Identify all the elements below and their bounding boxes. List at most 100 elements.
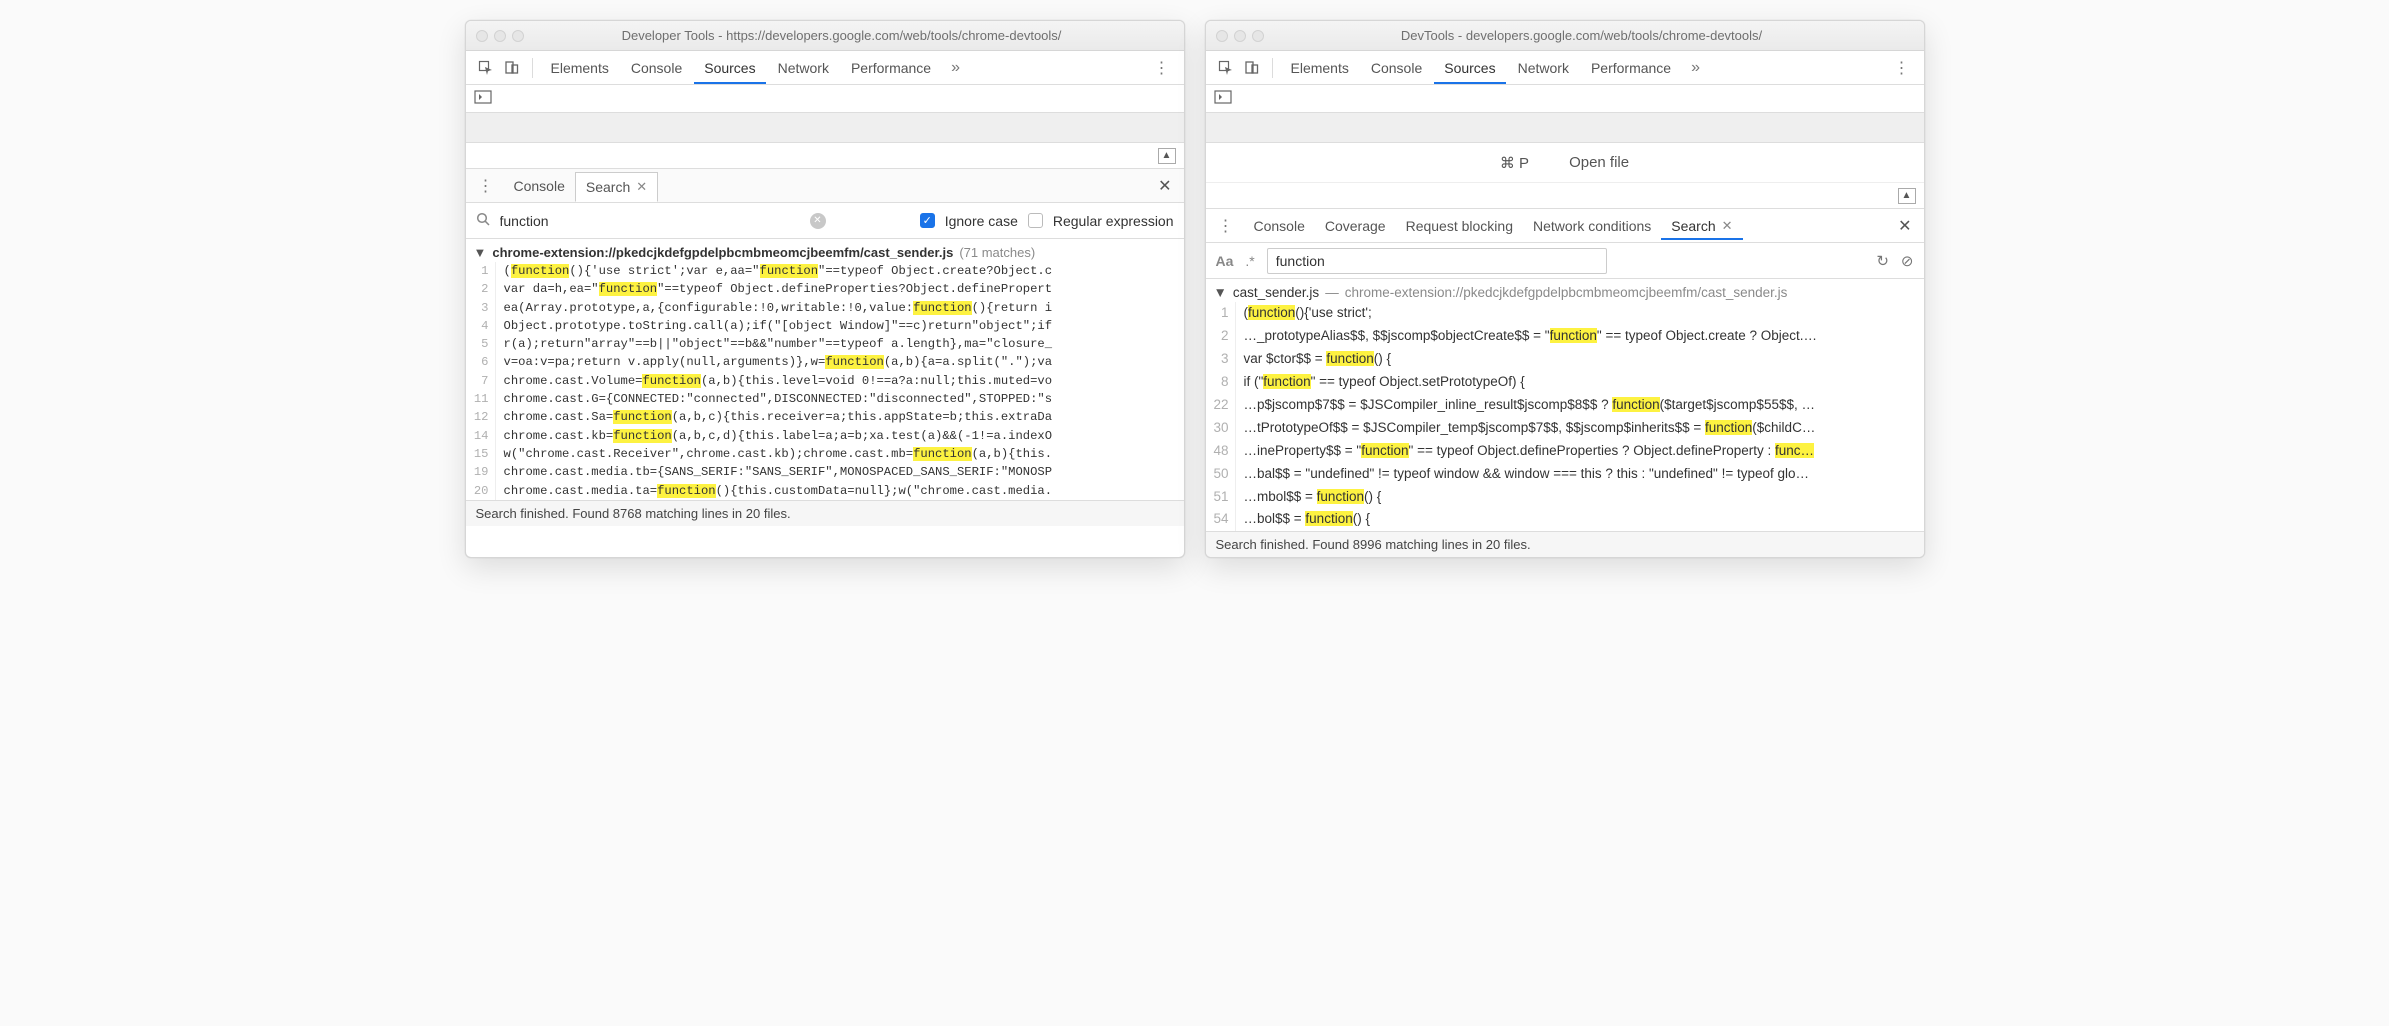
result-file-path: chrome-extension://pkedcjkdefgpdelpbcmbm… [1345, 285, 1788, 300]
zoom-window-button[interactable] [1252, 30, 1264, 42]
close-window-button[interactable] [476, 30, 488, 42]
inspect-icon[interactable] [474, 56, 498, 80]
tab-elements[interactable]: Elements [1281, 52, 1359, 84]
search-input[interactable] [500, 213, 800, 229]
drawer-tab-console[interactable]: Console [504, 172, 575, 200]
result-line[interactable]: 11chrome.cast.G={CONNECTED:"connected",D… [466, 390, 1184, 408]
match-case-toggle[interactable]: Aa [1216, 253, 1234, 269]
collapse-bar: ▲ [466, 143, 1184, 169]
clear-search-button[interactable]: ✕ [810, 213, 826, 229]
settings-menu-button[interactable]: ⋮ [1888, 58, 1916, 78]
line-number: 22 [1206, 394, 1236, 417]
result-line[interactable]: 7chrome.cast.Volume=function(a,b){this.l… [466, 372, 1184, 390]
show-navigator-icon[interactable] [474, 90, 492, 107]
line-number: 12 [466, 408, 496, 426]
result-line[interactable]: 8if ("function" == typeof Object.setProt… [1206, 371, 1924, 394]
line-number: 8 [1206, 371, 1236, 394]
regex-toggle[interactable]: .* [1245, 253, 1254, 269]
result-line[interactable]: 30…tPrototypeOf$$ = $JSCompiler_temp$jsc… [1206, 417, 1924, 440]
settings-menu-button[interactable]: ⋮ [1148, 58, 1176, 78]
line-text: …bol$$ = function() { [1236, 508, 1924, 531]
tab-elements[interactable]: Elements [541, 52, 619, 84]
line-text: …ineProperty$$ = "function" == typeof Ob… [1236, 440, 1924, 463]
close-window-button[interactable] [1216, 30, 1228, 42]
drawer-tab-coverage[interactable]: Coverage [1315, 212, 1396, 240]
zoom-window-button[interactable] [512, 30, 524, 42]
result-line[interactable]: 5r(a);return"array"==b||"object"==b&&"nu… [466, 335, 1184, 353]
more-tabs-button[interactable]: » [1683, 59, 1708, 77]
close-drawer-button[interactable]: ✕ [1892, 216, 1917, 236]
drawer-tab-bar: ⋮ Console Coverage Request blocking Netw… [1206, 209, 1924, 243]
drawer-tab-request-blocking[interactable]: Request blocking [1396, 212, 1523, 240]
search-icon [476, 212, 490, 229]
result-line[interactable]: 20chrome.cast.media.ta=function(){this.c… [466, 482, 1184, 500]
drawer-tab-network-conditions[interactable]: Network conditions [1523, 212, 1661, 240]
ignore-case-checkbox[interactable]: ✓ [920, 213, 935, 228]
result-file-header[interactable]: ▼ cast_sender.js — chrome-extension://pk… [1206, 279, 1924, 302]
line-number: 14 [466, 427, 496, 445]
close-search-tab-icon[interactable]: ✕ [636, 179, 647, 195]
result-line[interactable]: 12chrome.cast.Sa=function(a,b,c){this.re… [466, 408, 1184, 426]
editor-area-placeholder [1206, 113, 1924, 143]
search-results: 1(function(){'use strict';2…_prototypeAl… [1206, 302, 1924, 531]
result-line[interactable]: 6v=oa:v=pa;return v.apply(null,arguments… [466, 353, 1184, 371]
device-toolbar-icon[interactable] [1240, 56, 1264, 80]
line-text: chrome.cast.G={CONNECTED:"connected",DIS… [496, 390, 1184, 408]
disclosure-triangle-icon[interactable]: ▼ [1214, 285, 1227, 300]
close-drawer-button[interactable]: ✕ [1152, 176, 1177, 196]
drawer-menu-button[interactable]: ⋮ [1212, 216, 1240, 236]
inspect-icon[interactable] [1214, 56, 1238, 80]
result-line[interactable]: 1(function(){'use strict'; [1206, 302, 1924, 325]
result-file-header[interactable]: ▼ chrome-extension://pkedcjkdefgpdelpbcm… [466, 239, 1184, 262]
result-line[interactable]: 51…mbol$$ = function() { [1206, 486, 1924, 509]
regex-checkbox[interactable] [1028, 213, 1043, 228]
result-line[interactable]: 2var da=h,ea="function"==typeof Object.d… [466, 280, 1184, 298]
disclosure-triangle-icon[interactable]: ▼ [474, 245, 487, 260]
result-line[interactable]: 14chrome.cast.kb=function(a,b,c,d){this.… [466, 427, 1184, 445]
drawer-tab-console[interactable]: Console [1244, 212, 1315, 240]
tab-console[interactable]: Console [1361, 52, 1432, 84]
collapse-button[interactable]: ▲ [1158, 148, 1176, 164]
drawer-menu-button[interactable]: ⋮ [472, 176, 500, 196]
result-line[interactable]: 50…bal$$ = "undefined" != typeof window … [1206, 463, 1924, 486]
open-file-label: Open file [1569, 154, 1629, 171]
line-text: chrome.cast.Sa=function(a,b,c){this.rece… [496, 408, 1184, 426]
result-line[interactable]: 54…bol$$ = function() { [1206, 508, 1924, 531]
refresh-icon[interactable]: ↻ [1876, 252, 1889, 270]
devtools-window-right: DevTools - developers.google.com/web/too… [1205, 20, 1925, 558]
result-line[interactable]: 3var $ctor$$ = function() { [1206, 348, 1924, 371]
tab-console[interactable]: Console [621, 52, 692, 84]
result-line[interactable]: 22…p$jscomp$7$$ = $JSCompiler_inline_res… [1206, 394, 1924, 417]
show-navigator-icon[interactable] [1214, 90, 1232, 107]
device-toolbar-icon[interactable] [500, 56, 524, 80]
tab-sources[interactable]: Sources [694, 52, 765, 84]
drawer-tab-search[interactable]: Search ✕ [1661, 212, 1742, 240]
tab-network[interactable]: Network [768, 52, 839, 84]
line-text: …tPrototypeOf$$ = $JSCompiler_temp$jscom… [1236, 417, 1924, 440]
result-line[interactable]: 19chrome.cast.media.tb={SANS_SERIF:"SANS… [466, 463, 1184, 481]
clear-icon[interactable]: ⊘ [1901, 252, 1914, 270]
result-line[interactable]: 2…_prototypeAlias$$, $$jscomp$objectCrea… [1206, 325, 1924, 348]
result-line[interactable]: 48…ineProperty$$ = "function" == typeof … [1206, 440, 1924, 463]
tab-network[interactable]: Network [1508, 52, 1579, 84]
line-number: 4 [466, 317, 496, 335]
drawer-tab-bar: ⋮ Console Search ✕ ✕ [466, 169, 1184, 203]
drawer-tab-search[interactable]: Search ✕ [575, 172, 658, 202]
title-bar: Developer Tools - https://developers.goo… [466, 21, 1184, 51]
more-tabs-button[interactable]: » [943, 59, 968, 77]
search-input[interactable] [1267, 248, 1607, 274]
minimize-window-button[interactable] [1234, 30, 1246, 42]
result-line[interactable]: 1(function(){'use strict';var e,aa="func… [466, 262, 1184, 280]
tab-sources[interactable]: Sources [1434, 52, 1505, 84]
tab-performance[interactable]: Performance [1581, 52, 1681, 84]
minimize-window-button[interactable] [494, 30, 506, 42]
tab-performance[interactable]: Performance [841, 52, 941, 84]
close-search-tab-icon[interactable]: ✕ [1722, 218, 1733, 234]
window-controls [476, 30, 524, 42]
line-number: 15 [466, 445, 496, 463]
result-line[interactable]: 15w("chrome.cast.Receiver",chrome.cast.k… [466, 445, 1184, 463]
collapse-button[interactable]: ▲ [1898, 188, 1916, 204]
line-number: 2 [466, 280, 496, 298]
result-line[interactable]: 3ea(Array.prototype,a,{configurable:!0,w… [466, 299, 1184, 317]
result-line[interactable]: 4Object.prototype.toString.call(a);if("[… [466, 317, 1184, 335]
